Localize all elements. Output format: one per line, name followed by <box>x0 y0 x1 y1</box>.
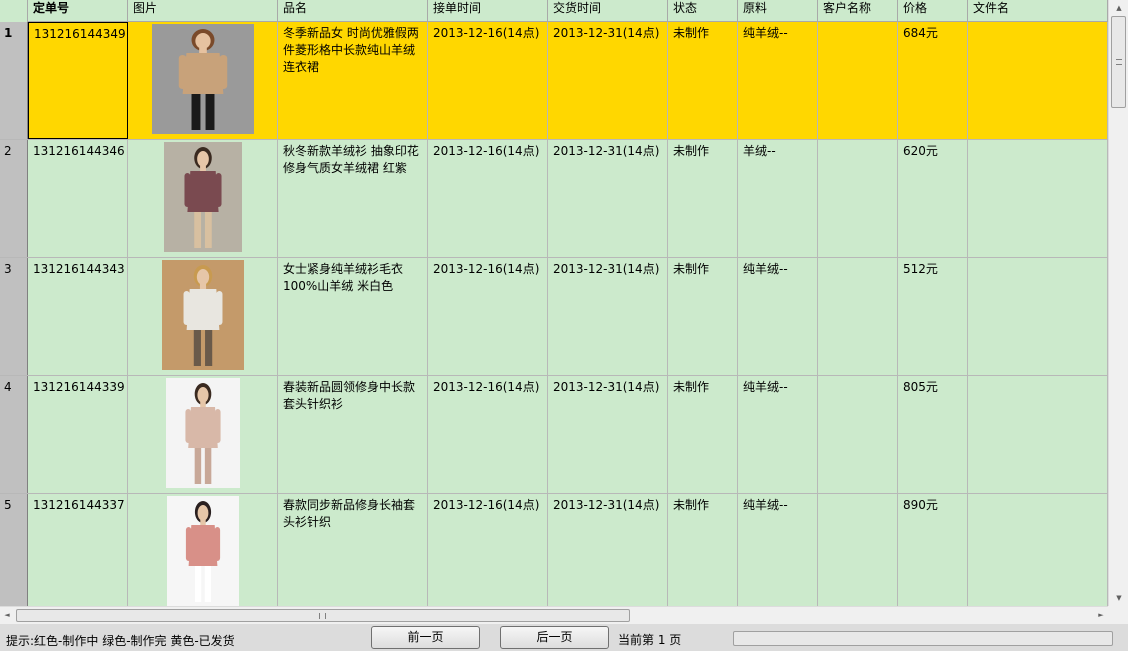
filename-cell[interactable] <box>968 376 1108 493</box>
product-photo <box>166 496 239 606</box>
column-header[interactable]: 原料 <box>738 0 818 22</box>
delivery-time-cell[interactable]: 2013-12-31(14点) <box>548 494 668 606</box>
scrollbar-corner <box>1108 606 1128 624</box>
grid-body: 1 131216144349 冬季新品女 时尚优雅假两件菱形格中长款纯山羊绒连衣裙 2… <box>0 22 1108 606</box>
image-cell[interactable] <box>128 376 278 493</box>
column-header[interactable]: 价格 <box>898 0 968 22</box>
filename-cell[interactable] <box>968 22 1108 139</box>
filename-cell[interactable] <box>968 258 1108 375</box>
price-cell[interactable]: 890元 <box>898 494 968 606</box>
image-cell[interactable] <box>128 140 278 257</box>
customer-cell[interactable] <box>818 494 898 606</box>
prev-page-button[interactable]: 前一页 <box>371 626 480 649</box>
customer-cell[interactable] <box>818 376 898 493</box>
price-cell[interactable]: 512元 <box>898 258 968 375</box>
grip-icon <box>319 613 326 619</box>
image-cell[interactable] <box>128 22 278 139</box>
product-photo <box>165 378 240 488</box>
progress-bar <box>733 631 1113 646</box>
product-name-cell[interactable]: 秋冬新款羊绒衫 抽象印花修身气质女羊绒裙 红紫 <box>278 140 428 257</box>
delivery-time-cell[interactable]: 2013-12-31(14点) <box>548 22 668 139</box>
column-header[interactable]: 交货时间 <box>548 0 668 22</box>
material-cell[interactable]: 纯羊绒-- <box>738 22 818 139</box>
delivery-time-cell[interactable]: 2013-12-31(14点) <box>548 376 668 493</box>
order-id-cell[interactable]: 131216144349 <box>28 22 128 139</box>
column-header[interactable]: 图片 <box>128 0 278 22</box>
row-header[interactable]: 1 <box>0 22 28 139</box>
order-id-cell[interactable]: 131216144337 <box>28 494 128 606</box>
filename-cell[interactable] <box>968 494 1108 606</box>
order-time-cell[interactable]: 2013-12-16(14点) <box>428 258 548 375</box>
row-header[interactable]: 5 <box>0 494 28 606</box>
row-header[interactable]: 3 <box>0 258 28 375</box>
material-cell[interactable]: 羊绒-- <box>738 140 818 257</box>
column-header[interactable]: 状态 <box>668 0 738 22</box>
image-cell[interactable] <box>128 258 278 375</box>
grip-icon <box>1116 59 1122 65</box>
status-cell[interactable]: 未制作 <box>668 140 738 257</box>
horizontal-scrollbar[interactable]: ◄ ► <box>0 606 1108 624</box>
column-header[interactable]: 客户名称 <box>818 0 898 22</box>
scroll-left-arrow-icon[interactable]: ◄ <box>0 607 14 624</box>
vertical-scrollbar[interactable]: ▲ ▼ <box>1108 0 1128 606</box>
product-photo <box>151 24 254 134</box>
vertical-scroll-thumb[interactable] <box>1111 16 1126 108</box>
product-photo <box>161 260 244 370</box>
table-row[interactable]: 2 131216144346 秋冬新款羊绒衫 抽象印花修身气质女羊绒裙 红紫 2013… <box>0 140 1108 258</box>
column-header[interactable]: 定单号 <box>28 0 128 22</box>
header-corner[interactable] <box>0 0 28 22</box>
grid-header: 定单号 图片 品名 接单时间 交货时间 状态 原料 客户名称 价格 文件名 <box>0 0 1108 22</box>
price-cell[interactable]: 620元 <box>898 140 968 257</box>
image-cell[interactable] <box>128 494 278 606</box>
horizontal-scroll-thumb[interactable] <box>16 609 630 622</box>
legend-hint: 提示:红色-制作中 绿色-制作完 黄色-已发货 <box>6 634 235 648</box>
scroll-right-arrow-icon[interactable]: ► <box>1094 607 1108 624</box>
product-name-cell[interactable]: 冬季新品女 时尚优雅假两件菱形格中长款纯山羊绒连衣裙 <box>278 22 428 139</box>
scroll-down-arrow-icon[interactable]: ▼ <box>1109 590 1128 606</box>
status-cell[interactable]: 未制作 <box>668 22 738 139</box>
customer-cell[interactable] <box>818 22 898 139</box>
scroll-up-arrow-icon[interactable]: ▲ <box>1109 0 1128 16</box>
customer-cell[interactable] <box>818 140 898 257</box>
order-id-cell[interactable]: 131216144346 <box>28 140 128 257</box>
product-name-cell[interactable]: 春款同步新品修身长袖套头衫针织 <box>278 494 428 606</box>
order-time-cell[interactable]: 2013-12-16(14点) <box>428 376 548 493</box>
material-cell[interactable]: 纯羊绒-- <box>738 376 818 493</box>
order-id-cell[interactable]: 131216144343 <box>28 258 128 375</box>
product-name-cell[interactable]: 女士紧身纯羊绒衫毛衣 100%山羊绒 米白色 <box>278 258 428 375</box>
page-indicator: 当前第 1 页 <box>618 633 682 647</box>
row-header[interactable]: 2 <box>0 140 28 257</box>
status-cell[interactable]: 未制作 <box>668 376 738 493</box>
status-bar: 提示:红色-制作中 绿色-制作完 黄色-已发货 前一页 后一页 当前第 1 页 <box>0 624 1128 651</box>
price-cell[interactable]: 684元 <box>898 22 968 139</box>
delivery-time-cell[interactable]: 2013-12-31(14点) <box>548 140 668 257</box>
product-name-cell[interactable]: 春装新品圆领修身中长款套头针织衫 <box>278 376 428 493</box>
next-page-button[interactable]: 后一页 <box>500 626 609 649</box>
filename-cell[interactable] <box>968 140 1108 257</box>
delivery-time-cell[interactable]: 2013-12-31(14点) <box>548 258 668 375</box>
row-header[interactable]: 4 <box>0 376 28 493</box>
material-cell[interactable]: 纯羊绒-- <box>738 494 818 606</box>
table-row[interactable]: 4 131216144339 春装新品圆领修身中长款套头针织衫 2013-12-16(… <box>0 376 1108 494</box>
product-photo <box>163 142 242 252</box>
order-time-cell[interactable]: 2013-12-16(14点) <box>428 140 548 257</box>
column-header[interactable]: 品名 <box>278 0 428 22</box>
status-cell[interactable]: 未制作 <box>668 258 738 375</box>
order-window: 定单号 图片 品名 接单时间 交货时间 状态 原料 客户名称 价格 文件名 1 1312161443… <box>0 0 1128 651</box>
table-row[interactable]: 3 131216144343 女士紧身纯羊绒衫毛衣 100%山羊绒 米白色 2013-… <box>0 258 1108 376</box>
material-cell[interactable]: 纯羊绒-- <box>738 258 818 375</box>
status-cell[interactable]: 未制作 <box>668 494 738 606</box>
table-row[interactable]: 1 131216144349 冬季新品女 时尚优雅假两件菱形格中长款纯山羊绒连衣裙 2… <box>0 22 1108 140</box>
customer-cell[interactable] <box>818 258 898 375</box>
price-cell[interactable]: 805元 <box>898 376 968 493</box>
order-time-cell[interactable]: 2013-12-16(14点) <box>428 494 548 606</box>
order-grid[interactable]: 定单号 图片 品名 接单时间 交货时间 状态 原料 客户名称 价格 文件名 1 1312161443… <box>0 0 1108 606</box>
column-header[interactable]: 接单时间 <box>428 0 548 22</box>
table-row[interactable]: 5 131216144337 春款同步新品修身长袖套头衫针织 2013-12-16(1… <box>0 494 1108 606</box>
order-time-cell[interactable]: 2013-12-16(14点) <box>428 22 548 139</box>
column-header[interactable]: 文件名 <box>968 0 1108 22</box>
order-id-cell[interactable]: 131216144339 <box>28 376 128 493</box>
